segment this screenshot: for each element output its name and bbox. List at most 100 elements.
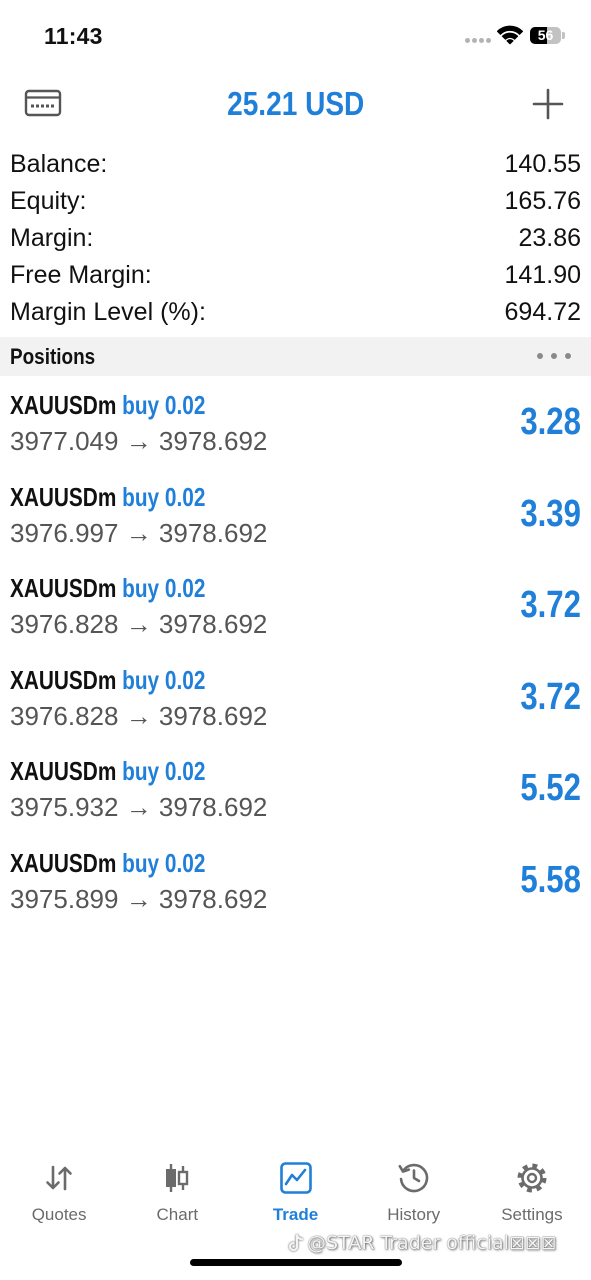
position-current-price: 3978.692 xyxy=(158,792,268,822)
home-indicator[interactable] xyxy=(190,1259,402,1266)
position-side: buy xyxy=(122,390,160,420)
position-prices: 3975.932 → 3978.692 xyxy=(10,792,267,822)
summary-value: 694.72 xyxy=(504,298,581,326)
positions-more-button[interactable] xyxy=(537,350,571,362)
position-profit: 3.72 xyxy=(520,675,581,718)
summary-label: Margin Level (%): xyxy=(10,298,206,326)
position-row[interactable]: XAUUSDm buy 0.02 3977.049 → 3978.692 3.2… xyxy=(0,378,591,470)
position-prices: 3976.997 → 3978.692 xyxy=(10,518,267,548)
tab-history[interactable]: History xyxy=(355,1155,473,1233)
gear-icon xyxy=(515,1161,549,1195)
position-prices: 3976.828 → 3978.692 xyxy=(10,701,267,731)
position-title: XAUUSDm buy 0.02 xyxy=(10,848,205,878)
summary-value: 140.55 xyxy=(504,150,581,178)
position-profit: 5.52 xyxy=(520,767,581,809)
position-volume: 0.02 xyxy=(164,664,206,695)
position-volume: 0.02 xyxy=(164,481,206,512)
position-row[interactable]: XAUUSDm buy 0.02 3976.828 → 3978.692 3.7… xyxy=(0,561,591,653)
position-symbol: XAUUSDm xyxy=(10,847,117,878)
position-prices: 3977.049 → 3978.692 xyxy=(10,426,267,456)
summary-value: 23.86 xyxy=(518,224,581,252)
tab-quotes[interactable]: Quotes xyxy=(0,1155,118,1233)
tab-settings[interactable]: Settings xyxy=(473,1155,591,1233)
position-row[interactable]: XAUUSDm buy 0.02 3975.899 → 3978.692 5.5… xyxy=(0,836,591,928)
summary-label: Margin: xyxy=(10,224,94,252)
summary-row-free-margin: Free Margin: 141.90 xyxy=(10,257,581,294)
position-profit: 3.39 xyxy=(520,492,581,535)
position-current-price: 3978.692 xyxy=(158,609,268,639)
account-summary: Balance: 140.55 Equity: 165.76 Margin: 2… xyxy=(10,146,581,331)
summary-value: 165.76 xyxy=(504,187,581,215)
new-order-button[interactable] xyxy=(531,87,565,121)
position-side: buy xyxy=(122,847,160,878)
position-profit: 5.58 xyxy=(520,858,581,901)
position-title: XAUUSDm buy 0.02 xyxy=(10,665,205,695)
position-symbol: XAUUSDm xyxy=(10,573,117,603)
position-row[interactable]: XAUUSDm buy 0.02 3975.932 → 3978.692 5.5… xyxy=(0,744,591,836)
tab-label: Chart xyxy=(156,1205,199,1224)
tab-label: Settings xyxy=(501,1205,563,1224)
summary-row-balance: Balance: 140.55 xyxy=(10,146,581,183)
position-side: buy xyxy=(122,664,160,695)
position-open-price: 3976.997 xyxy=(10,517,119,548)
position-volume: 0.02 xyxy=(164,847,206,878)
candlestick-chart-icon xyxy=(160,1161,194,1195)
trade-chart-icon xyxy=(279,1161,313,1195)
position-open-price: 3975.932 xyxy=(10,792,119,822)
position-symbol: XAUUSDm xyxy=(10,481,117,512)
position-current-price: 3978.692 xyxy=(158,426,268,456)
position-current-price: 3978.692 xyxy=(158,700,268,731)
position-prices: 3976.828 → 3978.692 xyxy=(10,609,267,639)
position-profit: 3.28 xyxy=(520,401,581,443)
bottom-tab-bar: Quotes Chart Trade History Settings xyxy=(0,1155,591,1233)
position-open-price: 3976.828 xyxy=(10,609,119,639)
position-symbol: XAUUSDm xyxy=(10,756,117,786)
price-arrow: → xyxy=(125,883,152,914)
ellipsis-icon-dot xyxy=(551,353,557,359)
position-open-price: 3977.049 xyxy=(10,426,119,456)
position-row[interactable]: XAUUSDm buy 0.02 3976.997 → 3978.692 3.3… xyxy=(0,470,591,562)
tab-trade[interactable]: Trade xyxy=(236,1155,354,1233)
position-open-price: 3975.899 xyxy=(10,883,119,914)
positions-section-header: Positions xyxy=(0,337,591,376)
account-profit-title: 25.21 USD xyxy=(0,84,591,131)
watermark-text: @STAR Trader official⊠⊠⊠ xyxy=(307,1232,557,1254)
summary-row-margin: Margin: 23.86 xyxy=(10,220,581,257)
tab-label: Trade xyxy=(272,1205,319,1224)
ellipsis-icon-dot xyxy=(537,353,543,359)
tab-chart[interactable]: Chart xyxy=(118,1155,236,1233)
summary-row-equity: Equity: 165.76 xyxy=(10,183,581,220)
position-title: XAUUSDm buy 0.02 xyxy=(10,756,205,786)
position-side: buy xyxy=(122,573,160,603)
position-profit: 3.72 xyxy=(520,584,581,626)
trade-screen: 11:43 56 25.21 USD Balance: 140.55 Equit… xyxy=(0,0,591,1280)
position-side: buy xyxy=(122,756,160,786)
position-volume: 0.02 xyxy=(164,573,206,603)
tab-label: History xyxy=(387,1205,441,1224)
position-title: XAUUSDm buy 0.02 xyxy=(10,390,205,420)
tab-label: Quotes xyxy=(31,1205,87,1224)
watermark: @STAR Trader official⊠⊠⊠ xyxy=(288,1230,557,1256)
position-volume: 0.02 xyxy=(164,390,206,420)
position-volume: 0.02 xyxy=(164,756,206,786)
price-arrow: → xyxy=(125,517,152,548)
quotes-arrows-icon xyxy=(42,1161,76,1195)
summary-label: Free Margin: xyxy=(10,261,152,289)
positions-title: Positions xyxy=(10,344,96,369)
position-side: buy xyxy=(122,481,160,512)
position-row[interactable]: XAUUSDm buy 0.02 3976.828 → 3978.692 3.7… xyxy=(0,653,591,745)
history-clock-icon xyxy=(397,1161,431,1195)
position-prices: 3975.899 → 3978.692 xyxy=(10,884,267,914)
cellular-signal-dots-icon xyxy=(465,38,491,43)
plus-icon xyxy=(532,88,564,120)
summary-row-margin-level: Margin Level (%): 694.72 xyxy=(10,294,581,331)
position-symbol: XAUUSDm xyxy=(10,390,117,420)
battery-nub xyxy=(562,32,565,39)
position-current-price: 3978.692 xyxy=(158,517,268,548)
position-current-price: 3978.692 xyxy=(158,883,268,914)
tiktok-logo-icon xyxy=(288,1234,304,1252)
price-arrow: → xyxy=(125,792,152,822)
summary-label: Equity: xyxy=(10,187,87,215)
position-title: XAUUSDm buy 0.02 xyxy=(10,573,205,603)
ellipsis-icon-dot xyxy=(565,353,571,359)
